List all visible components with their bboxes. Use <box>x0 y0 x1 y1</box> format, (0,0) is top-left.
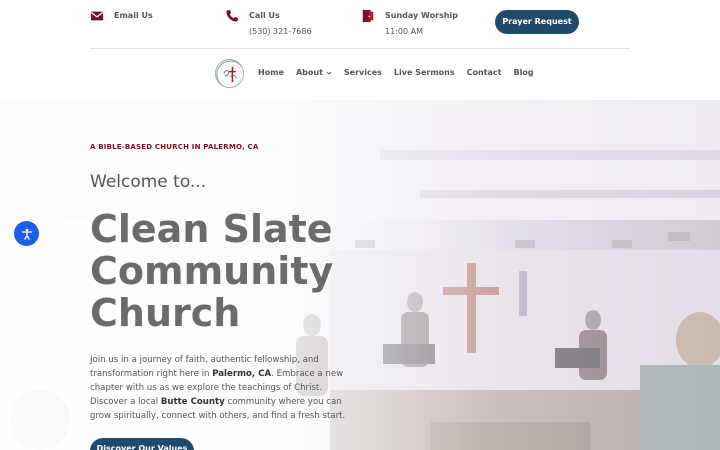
email-label: Email Us <box>114 11 153 20</box>
nav-blog[interactable]: Blog <box>513 68 533 77</box>
nav-contact[interactable]: Contact <box>467 68 502 77</box>
hero-intro: Join us in a journey of faith, authentic… <box>90 353 352 423</box>
nav-services-label: Services <box>343 68 382 77</box>
worship-value: 11:00 AM <box>385 27 423 36</box>
call-label: Call Us <box>249 11 280 20</box>
nav-contact-label: Contact <box>466 68 502 77</box>
nav-about[interactable]: About <box>296 68 332 77</box>
worship-label: Sunday Worship <box>385 11 458 20</box>
accessibility-icon <box>21 228 33 240</box>
hero-title-line2: Community <box>90 249 334 293</box>
hero-title-line3: Church <box>90 291 241 335</box>
intro-bold-butte: Butte County <box>160 397 225 407</box>
intro-bold-palermo: Palermo, CA <box>212 369 272 379</box>
nav-blog-label: Blog <box>513 68 534 77</box>
discover-values-button[interactable]: Discover Our Values <box>90 438 194 450</box>
hero-tagline: A BIBLE-BASED CHURCH IN PALERMO, CA <box>90 143 259 151</box>
header-divider <box>90 48 630 49</box>
hero-section: A BIBLE-BASED CHURCH IN PALERMO, CA Welc… <box>0 100 720 450</box>
phone-number[interactable]: (530) 321-7686 <box>249 26 312 38</box>
email-contact[interactable]: Email Us <box>90 9 153 23</box>
accessibility-button[interactable] <box>14 221 39 246</box>
hero-title-line1: Clean Slate <box>90 207 333 251</box>
hero-title: Clean Slate Community Church <box>90 208 390 334</box>
worship-time: Sunday Worship 11:00 AM <box>361 9 458 38</box>
chevron-down-icon <box>326 70 332 76</box>
church-logo[interactable] <box>215 59 244 88</box>
prayer-request-button[interactable]: Prayer Request <box>495 10 579 34</box>
church-door-icon <box>361 9 375 23</box>
nav-home-label: Home <box>258 68 284 77</box>
site-header: Email Us Call Us (530) 321-7686 Sunday W… <box>0 0 720 100</box>
nav-home[interactable]: Home <box>258 68 284 77</box>
phone-icon <box>225 9 239 23</box>
nav-live-sermons[interactable]: Live Sermons <box>394 68 455 77</box>
main-nav: Home About Services Live Sermons Contact… <box>258 68 546 77</box>
nav-about-label: About <box>295 68 323 77</box>
nav-services[interactable]: Services <box>344 68 382 77</box>
hero-welcome: Welcome to... <box>90 172 207 192</box>
envelope-icon <box>90 9 104 23</box>
nav-live-sermons-label: Live Sermons <box>393 68 455 77</box>
call-contact[interactable]: Call Us (530) 321-7686 <box>225 9 312 38</box>
